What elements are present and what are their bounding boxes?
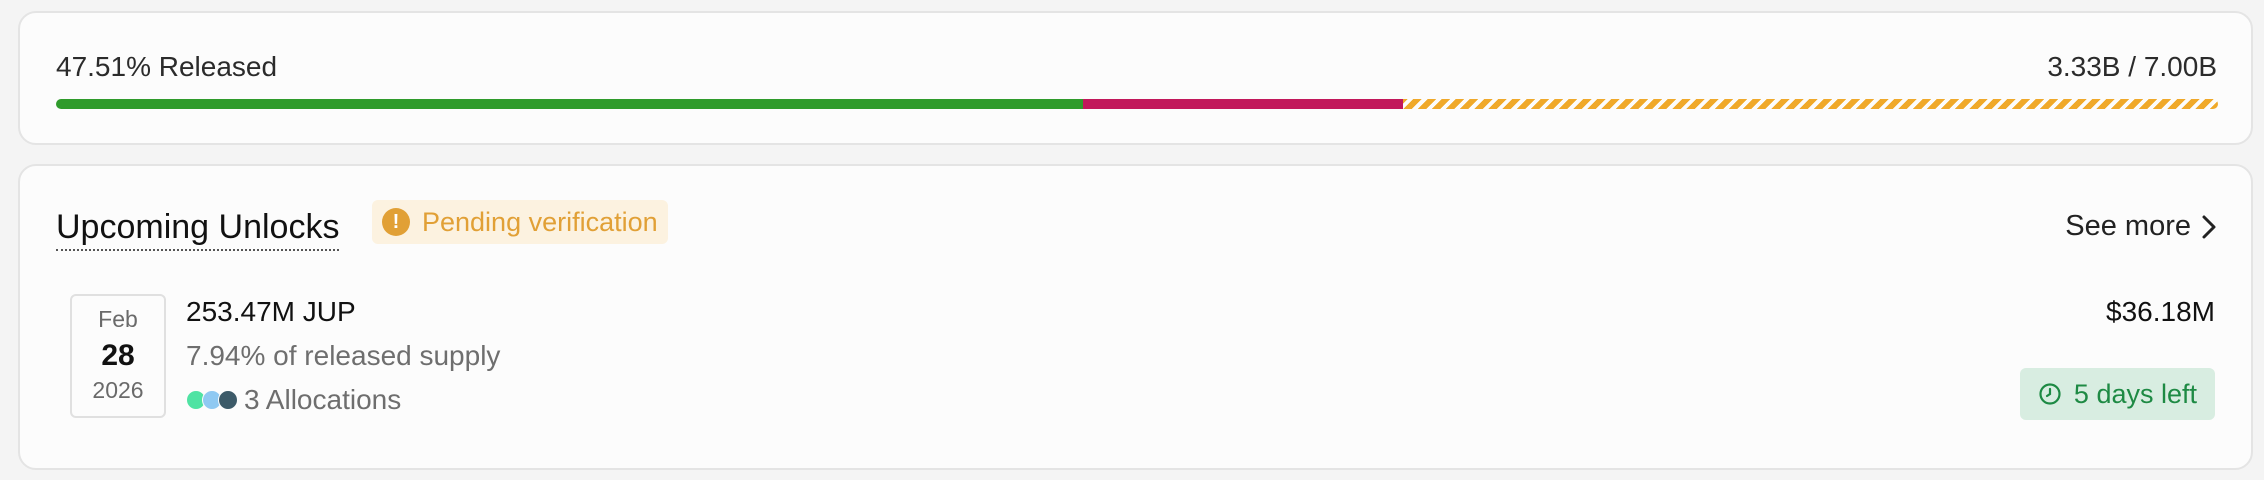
unlock-amount: 253.47M JUP bbox=[186, 296, 356, 327]
released-percent-label: 47.51% Released bbox=[56, 51, 278, 82]
locked-segment bbox=[1083, 99, 1404, 109]
release-progress-bar bbox=[56, 99, 2218, 109]
chevron-right-icon bbox=[2202, 215, 2216, 238]
allocations-label: 3 Allocations bbox=[244, 384, 402, 415]
released-segment bbox=[56, 99, 1084, 109]
allocations-summary[interactable]: 3 Allocations bbox=[186, 384, 401, 416]
released-supply-percent: 7.94% of released supply bbox=[186, 340, 501, 371]
allocation-dots bbox=[186, 390, 238, 410]
warning-icon: ! bbox=[382, 208, 410, 236]
upcoming-unlocks-card: Upcoming Unlocks ! Pending verification … bbox=[18, 164, 2253, 470]
unlock-year: 2026 bbox=[92, 377, 144, 403]
see-more-label: See more bbox=[2065, 210, 2191, 242]
clock-icon bbox=[2039, 383, 2061, 405]
allocation-dot bbox=[218, 390, 238, 410]
release-progress-card: 47.51% Released 3.33B / 7.00B bbox=[18, 11, 2253, 145]
unlock-usd-value: $36.18M bbox=[2106, 296, 2215, 327]
unlock-month: Feb bbox=[98, 306, 138, 332]
time-left-label: 5 days left bbox=[2073, 378, 2197, 409]
unlock-day: 28 bbox=[101, 339, 135, 372]
pending-segment bbox=[1403, 99, 2218, 109]
time-left-badge: 5 days left bbox=[2019, 368, 2215, 420]
upcoming-unlocks-title[interactable]: Upcoming Unlocks bbox=[56, 206, 340, 251]
pending-verification-badge: ! Pending verification bbox=[372, 200, 668, 244]
unlock-date: Feb 28 2026 bbox=[70, 294, 166, 418]
supply-label: 3.33B / 7.00B bbox=[2047, 51, 2217, 82]
see-more-link[interactable]: See more bbox=[2065, 210, 2217, 243]
pending-verification-label: Pending verification bbox=[422, 206, 658, 237]
